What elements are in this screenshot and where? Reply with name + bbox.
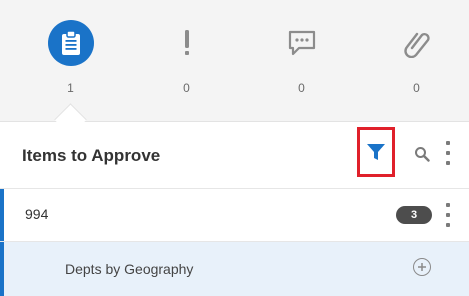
- sub-list-item-label: Depts by Geography: [65, 261, 194, 277]
- chat-bubble-icon: [279, 20, 325, 66]
- exclamation-icon: [164, 20, 210, 66]
- search-icon: [415, 147, 430, 162]
- tab-alerts-count: 0: [183, 81, 190, 95]
- header-more-menu-icon[interactable]: [445, 141, 451, 165]
- tab-comments[interactable]: 0: [243, 0, 360, 121]
- row-more-menu-icon[interactable]: [445, 203, 451, 227]
- selection-accent: [0, 189, 4, 241]
- search-button[interactable]: [412, 144, 432, 164]
- plus-icon: [418, 263, 426, 271]
- page-title: Items to Approve: [22, 146, 161, 165]
- count-badge: 3: [396, 206, 432, 224]
- filter-button[interactable]: [357, 127, 395, 177]
- list-item-label: 994: [25, 206, 49, 222]
- panel-header: Items to Approve: [0, 122, 469, 189]
- clipboard-icon: [47, 20, 94, 66]
- tab-alerts[interactable]: 0: [128, 0, 245, 121]
- paperclip-icon: [394, 20, 440, 66]
- sub-list-item[interactable]: Depts by Geography: [0, 242, 469, 296]
- filter-icon: [367, 144, 385, 160]
- add-circle-button[interactable]: [413, 258, 431, 276]
- selection-accent: [0, 242, 4, 296]
- list-item[interactable]: 994 3: [0, 189, 469, 242]
- tab-attachments[interactable]: 0: [358, 0, 469, 121]
- tab-approvals-count: 1: [67, 81, 74, 95]
- tab-comments-count: 0: [298, 81, 305, 95]
- tab-attachments-count: 0: [413, 81, 420, 95]
